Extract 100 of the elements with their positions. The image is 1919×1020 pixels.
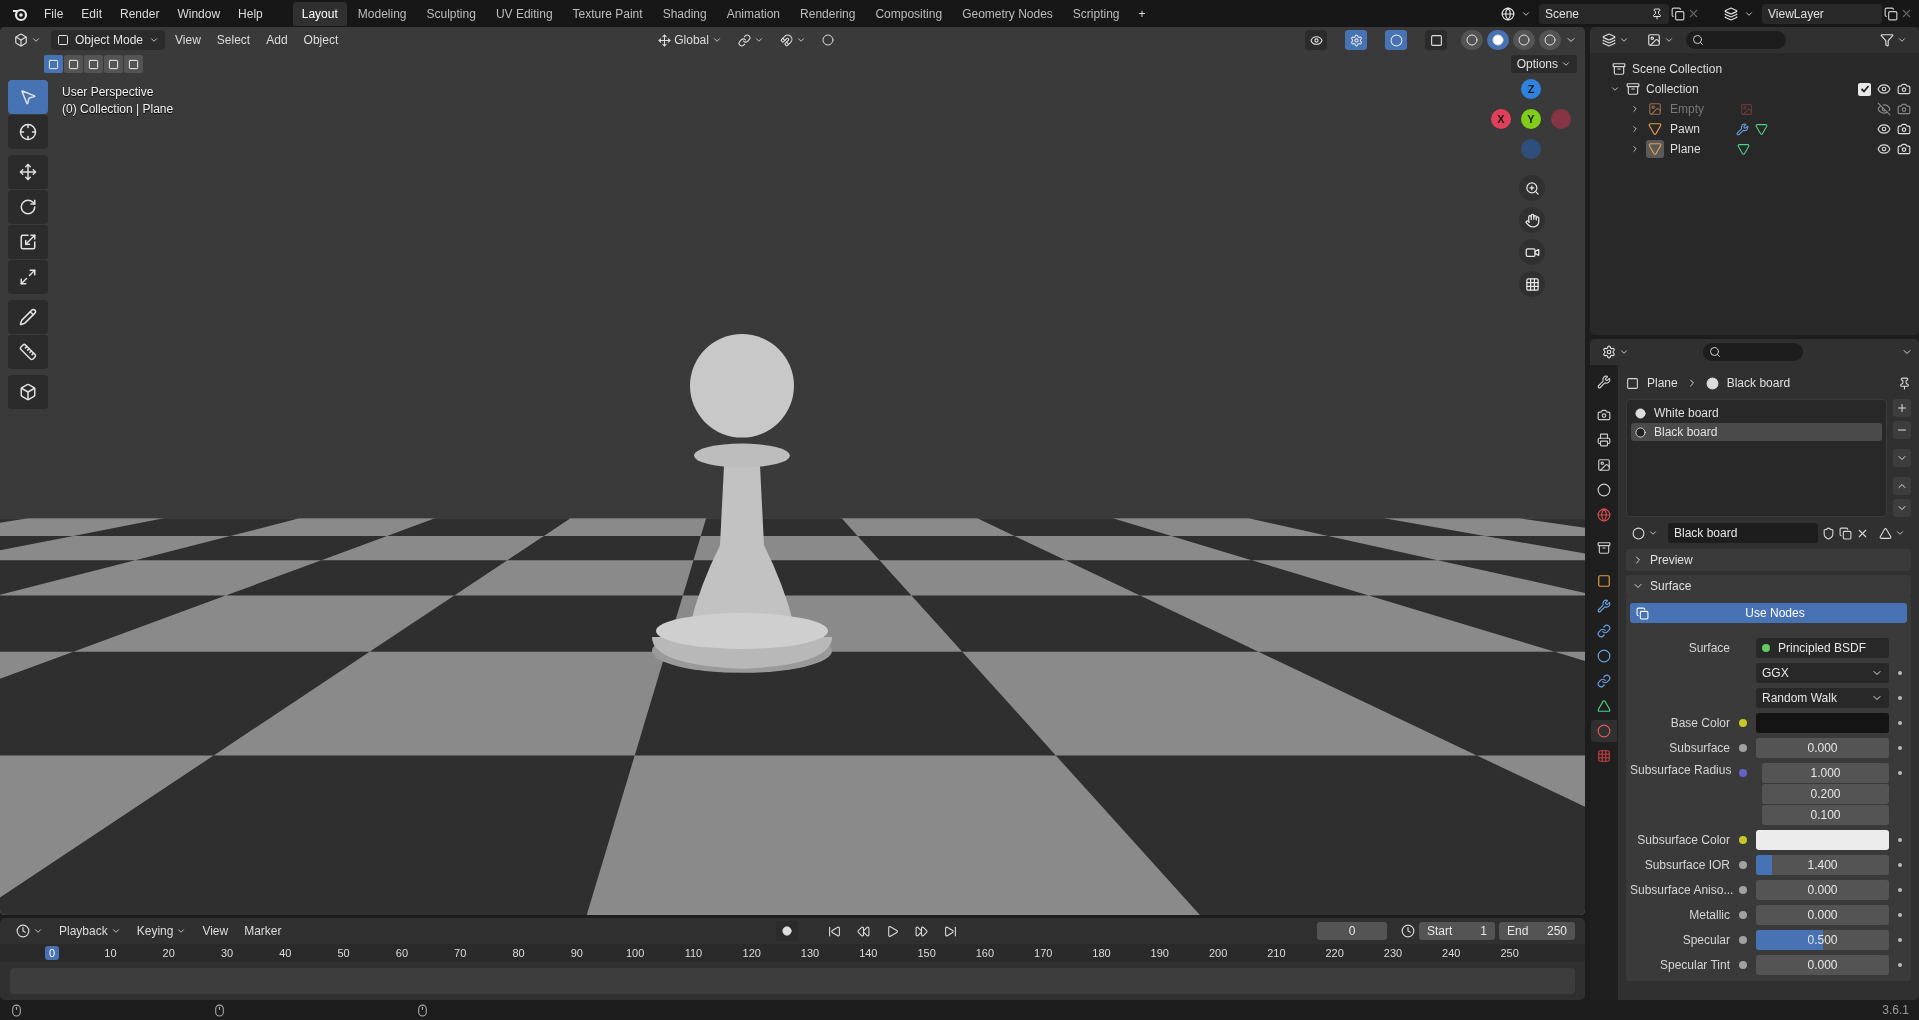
eye-icon[interactable] [1305,30,1327,50]
disclosure-icon[interactable] [1610,84,1620,94]
gizmo-icon[interactable] [1345,30,1367,50]
shader-field[interactable]: Principled BSDF [1756,638,1889,658]
material-slot[interactable]: Black board [1631,423,1882,441]
add-icon[interactable] [1893,399,1911,417]
clock-icon[interactable] [1401,924,1415,938]
playhead[interactable]: 0 [45,946,60,960]
tree-item[interactable]: Plane [1670,142,1701,156]
menu-item[interactable]: Edit [73,3,111,24]
menu-item[interactable]: View [196,922,235,940]
number-field[interactable]: 0.000 [1756,905,1889,925]
select-mode-button[interactable] [64,55,83,73]
tool-button[interactable] [8,260,48,294]
checkbox[interactable] [1858,82,1871,96]
use-nodes-button[interactable]: Use Nodes [1630,603,1907,623]
number-field[interactable]: 0.000 [1756,880,1889,900]
number-field[interactable]: 1.000 [1762,763,1889,783]
menu-item[interactable]: Help [230,3,271,24]
number-field[interactable]: 0.100 [1762,805,1889,825]
mode-dropdown[interactable]: Object Mode [51,30,166,50]
menu-item[interactable]: Playback [53,922,127,940]
copy-icon[interactable] [1884,6,1898,21]
add-workspace-button[interactable]: + [1130,3,1154,24]
material-name-field[interactable]: Black board [1668,523,1818,543]
workspace-tab[interactable]: Modeling [348,1,416,26]
eye-icon[interactable] [1877,82,1891,96]
orientation-dropdown[interactable]: Global [652,31,728,49]
search-field[interactable] [1703,343,1803,361]
workspace-tab[interactable]: Shading [653,1,716,26]
pin-icon[interactable] [1898,376,1911,390]
mesh-icon[interactable] [1736,142,1750,156]
workspace-tab[interactable]: Sculpting [417,1,485,26]
start-frame-field[interactable]: Start 1 [1419,922,1495,940]
remove-icon[interactable] [1893,421,1911,439]
workspace-tab[interactable]: Geometry Nodes [953,1,1062,26]
shield-icon[interactable] [1822,526,1835,540]
copy-icon[interactable] [1671,6,1685,21]
options-button[interactable]: Options [1510,55,1577,73]
menu-item[interactable]: Object [297,31,345,49]
number-field[interactable]: 0.000 [1756,955,1889,975]
select-mode-button[interactable] [84,55,103,73]
xray-icon[interactable] [1425,30,1447,50]
eye-off-icon[interactable] [1877,102,1891,116]
menu-item[interactable]: Select [210,31,257,49]
tool-button[interactable] [8,335,48,369]
panel-header[interactable]: Preview [1626,549,1911,571]
menu-item[interactable]: Add [260,31,294,49]
dropdown[interactable]: GGX [1756,663,1889,683]
number-slider[interactable]: 1.400 [1756,855,1889,875]
tool-button[interactable] [8,300,48,334]
square-icon [128,58,139,70]
number-field[interactable]: 0.000 [1756,738,1889,758]
pointer-icon [19,88,37,106]
menu-item[interactable]: File [36,3,72,24]
tree-item[interactable]: Pawn [1670,122,1701,136]
workspace-tab[interactable]: Compositing [866,1,952,26]
eye-icon[interactable] [1877,122,1891,136]
mesh-icon[interactable] [1755,122,1769,136]
panel-header[interactable]: Surface [1626,575,1911,597]
menu-item[interactable]: Render [112,3,168,24]
workspace-tab[interactable]: Rendering [791,1,865,26]
select-mode-button[interactable] [44,55,63,73]
eye-icon[interactable] [1877,142,1891,156]
color-swatch[interactable] [1756,830,1889,850]
current-frame-field[interactable]: 0 [1317,922,1387,940]
overlay-icon[interactable] [1385,30,1407,50]
move-down-icon[interactable] [1893,499,1911,517]
record-button[interactable] [775,921,798,941]
workspace-tab[interactable]: Animation [717,1,790,26]
workspace-tab[interactable]: UV Editing [486,1,562,26]
select-mode-button[interactable] [104,55,123,73]
menu-item[interactable]: Keying [130,922,193,940]
material-slot[interactable]: White board [1631,404,1882,422]
tree-item[interactable]: Scene Collection [1632,62,1723,76]
wrench-icon[interactable] [1736,122,1750,136]
dropdown[interactable]: Random Walk [1756,688,1889,708]
dropdown-icon[interactable] [1893,449,1911,467]
color-swatch[interactable] [1756,713,1889,733]
tool-button[interactable] [8,155,48,189]
tool-button[interactable] [8,225,48,259]
search-field[interactable] [1686,31,1786,49]
menu-item[interactable]: View [169,31,207,49]
select-mode-button[interactable] [124,55,143,73]
view-layer-field[interactable]: ViewLayer [1762,3,1882,24]
menu-item[interactable]: Marker [238,922,288,940]
workspace-tab[interactable]: Scripting [1063,1,1129,26]
tree-item[interactable]: Collection [1646,82,1699,96]
workspace-tab[interactable]: Layout [292,1,347,26]
copy-icon[interactable] [1839,526,1852,540]
tool-button[interactable] [8,115,48,149]
scene-field[interactable]: Scene [1539,3,1669,24]
move-up-icon[interactable] [1893,477,1911,495]
tool-button[interactable] [8,190,48,224]
number-field[interactable]: 0.200 [1762,784,1889,804]
tool-button[interactable] [8,375,48,409]
end-frame-field[interactable]: End 250 [1499,922,1575,940]
frame-number: 60 [394,946,410,960]
workspace-tab[interactable]: Texture Paint [563,1,652,26]
menu-item[interactable]: Window [169,3,229,24]
